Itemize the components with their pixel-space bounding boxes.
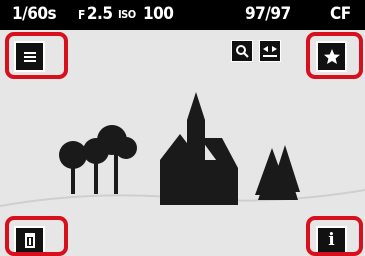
- iso-label: ISO: [118, 8, 136, 21]
- image-counter: 97/97: [245, 4, 291, 24]
- iso-value: 100: [143, 4, 174, 24]
- aperture-value: 2.5: [86, 4, 113, 24]
- storage-indicator: CF: [330, 4, 351, 24]
- status-bar: 1/60s F 2.5 ISO 100 97/97 CF: [0, 0, 365, 30]
- camera-playback-screen: 1/60s F 2.5 ISO 100 97/97 CF i: [0, 0, 365, 256]
- playback-icon: [263, 46, 277, 57]
- shutter-speed: 1/60s: [12, 4, 57, 24]
- church-silhouette: [160, 92, 238, 205]
- aperture: F 2.5: [78, 4, 113, 24]
- zoom-button[interactable]: [231, 40, 253, 62]
- favorite-highlight-frame: [306, 32, 363, 79]
- menu-highlight-frame: [5, 32, 68, 79]
- info-highlight-frame: [306, 216, 363, 256]
- pine-trees: [255, 145, 300, 200]
- playback-nav-button[interactable]: [259, 40, 281, 62]
- magnifier-icon: [236, 45, 249, 58]
- delete-highlight-frame: [5, 216, 68, 256]
- aperture-prefix: F: [78, 8, 85, 22]
- deciduous-trees: [59, 125, 137, 194]
